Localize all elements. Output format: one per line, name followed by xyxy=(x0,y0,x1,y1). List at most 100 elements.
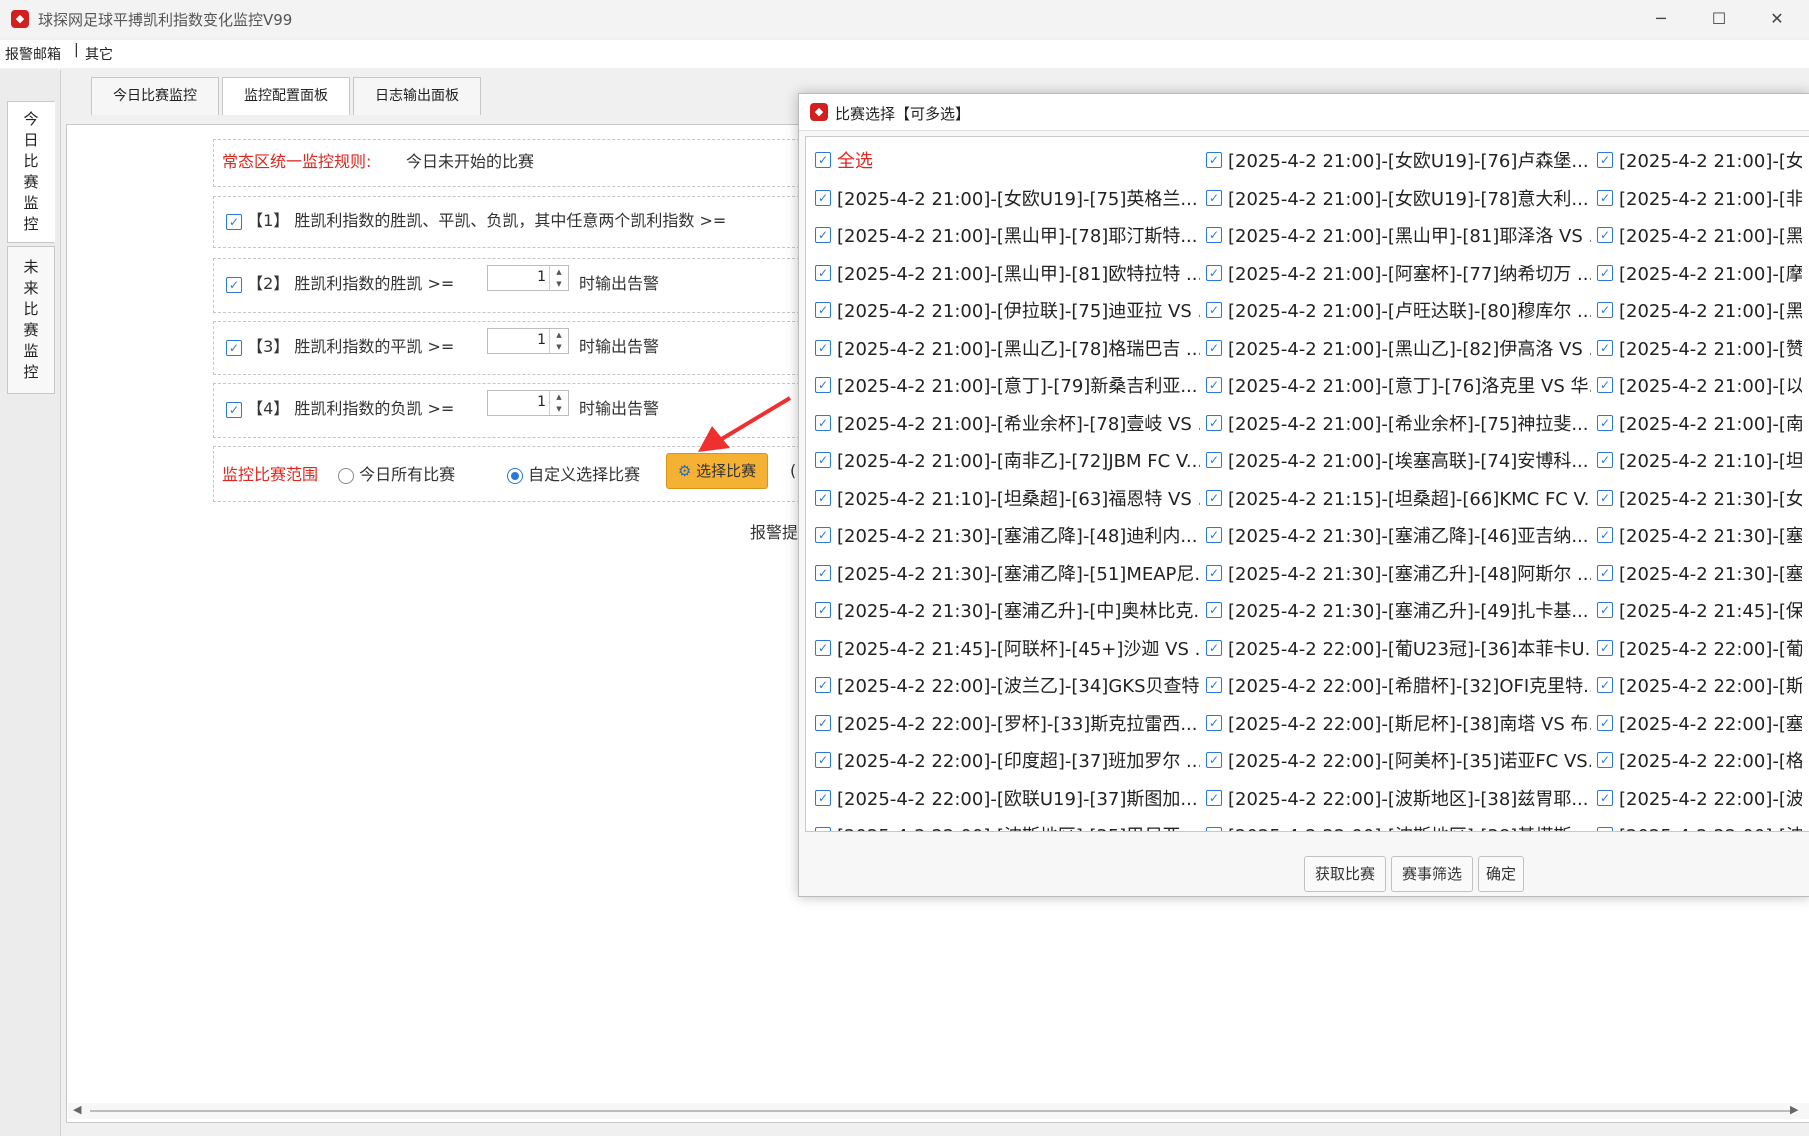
match-checkbox[interactable]: ✓ xyxy=(815,227,831,243)
match-checkbox[interactable]: ✓ xyxy=(1597,752,1613,768)
match-checkbox[interactable]: ✓ xyxy=(815,377,831,393)
match-item[interactable]: ✓ [2025-4-2 22:00]-[波斯地区]-[35]巴尼亚... xyxy=(815,822,1200,831)
match-item[interactable]: ✓ [2025-4-2 22:00]-[波斯地区]-[38]基塔斯... xyxy=(1206,822,1591,831)
match-checkbox[interactable]: ✓ xyxy=(815,264,831,281)
match-item[interactable]: ✓ [2025-4-2 21:00]-[女欧 xyxy=(1597,147,1802,171)
horizontal-scrollbar[interactable]: ◀ ▶ xyxy=(68,1103,1809,1119)
match-item[interactable]: ✓ [2025-4-2 21:45]-[阿联杯]-[45+]沙迦 VS ... xyxy=(815,635,1200,659)
match-checkbox[interactable]: ✓ xyxy=(815,602,831,618)
match-item[interactable]: ✓ [2025-4-2 22:00]-[波斯 xyxy=(1597,822,1802,831)
match-checkbox[interactable]: ✓ xyxy=(1597,452,1613,468)
match-checkbox[interactable]: ✓ xyxy=(1206,639,1222,656)
match-checkbox[interactable]: ✓ xyxy=(1597,152,1613,168)
match-checkbox[interactable]: ✓ xyxy=(1597,527,1613,543)
select-all-item[interactable]: ✓ 全选 xyxy=(815,147,1195,171)
match-item[interactable]: ✓ [2025-4-2 21:15]-[坦桑超]-[66]KMC FC V... xyxy=(1206,485,1591,509)
match-checkbox[interactable]: ✓ xyxy=(815,714,831,731)
match-item[interactable]: ✓ [2025-4-2 21:00]-[黑山甲]-[78]耶汀斯特... xyxy=(815,222,1200,246)
match-checkbox[interactable]: ✓ xyxy=(1597,639,1613,656)
match-checkbox[interactable]: ✓ xyxy=(1597,302,1613,318)
match-checkbox[interactable]: ✓ xyxy=(1597,227,1613,243)
match-item[interactable]: ✓ [2025-4-2 21:00]-[阿塞杯]-[77]纳希切万 ... xyxy=(1206,260,1591,284)
match-item[interactable]: ✓ [2025-4-2 21:00]-[南非乙]-[72]JBM FC V... xyxy=(815,447,1200,471)
match-checkbox[interactable]: ✓ xyxy=(815,564,831,581)
match-item[interactable]: ✓ [2025-4-2 21:30]-[女欧 xyxy=(1597,485,1802,509)
match-item[interactable]: ✓ [2025-4-2 21:00]-[黑山甲]-[81]欧特拉特 ... xyxy=(815,260,1200,284)
match-item[interactable]: ✓ [2025-4-2 22:00]-[波斯 xyxy=(1597,785,1802,809)
range-all-radio[interactable] xyxy=(338,467,354,484)
match-checkbox[interactable]: ✓ xyxy=(1206,602,1222,618)
match-checkbox[interactable]: ✓ xyxy=(815,639,831,656)
match-checkbox[interactable]: ✓ xyxy=(1206,752,1222,768)
match-checkbox[interactable]: ✓ xyxy=(815,339,831,356)
match-checkbox[interactable]: ✓ xyxy=(1597,677,1613,693)
menu-other[interactable]: 其它 xyxy=(85,44,113,64)
match-item[interactable]: ✓ [2025-4-2 22:00]-[波兰乙]-[34]GKS贝查特... xyxy=(815,672,1200,696)
match-checkbox[interactable]: ✓ xyxy=(1597,414,1613,431)
match-checkbox[interactable]: ✓ xyxy=(815,752,831,768)
match-item[interactable]: ✓ [2025-4-2 21:00]-[以丙 xyxy=(1597,372,1802,396)
match-checkbox[interactable]: ✓ xyxy=(1597,264,1613,281)
match-item[interactable]: ✓ [2025-4-2 21:00]-[黑山 xyxy=(1597,297,1802,321)
match-item[interactable]: ✓ [2025-4-2 21:00]-[女欧U19]-[78]意大利... xyxy=(1206,185,1591,209)
match-checkbox[interactable]: ✓ xyxy=(1206,152,1222,168)
match-item[interactable]: ✓ [2025-4-2 22:00]-[葡U23冠]-[36]本菲卡U... xyxy=(1206,635,1591,659)
range-custom-radio[interactable] xyxy=(507,467,523,484)
scroll-left-icon[interactable]: ◀ xyxy=(73,1103,81,1116)
match-item[interactable]: ✓ [2025-4-2 22:00]-[斯尼杯]-[38]南塔 VS 布... xyxy=(1206,710,1591,734)
match-item[interactable]: ✓ [2025-4-2 21:30]-[塞浦 xyxy=(1597,560,1802,584)
match-item[interactable]: ✓ [2025-4-2 21:00]-[黑山乙]-[82]伊高洛 VS ... xyxy=(1206,335,1591,359)
rule-2-checkbox[interactable]: ✓ xyxy=(226,276,242,293)
match-checkbox[interactable]: ✓ xyxy=(1206,302,1222,318)
stepper-arrows-icon[interactable]: ▲ ▼ xyxy=(549,329,568,353)
match-item[interactable]: ✓ [2025-4-2 21:00]-[赞比 xyxy=(1597,335,1802,359)
rule-4-checkbox[interactable]: ✓ xyxy=(226,401,242,418)
match-checkbox[interactable]: ✓ xyxy=(1206,714,1222,731)
match-item[interactable]: ✓ [2025-4-2 21:00]-[南非 xyxy=(1597,410,1802,434)
match-checkbox[interactable]: ✓ xyxy=(815,677,831,693)
match-item[interactable]: ✓ [2025-4-2 22:00]-[格鲁 xyxy=(1597,747,1802,771)
tab-log-panel[interactable]: 日志输出面板 xyxy=(353,77,481,115)
match-checkbox[interactable]: ✓ xyxy=(1597,789,1613,806)
match-checkbox[interactable]: ✓ xyxy=(1206,564,1222,581)
match-checkbox[interactable]: ✓ xyxy=(815,789,831,806)
match-item[interactable]: ✓ [2025-4-2 21:00]-[希业余杯]-[78]壹岐 VS ... xyxy=(815,410,1200,434)
match-list[interactable]: ✓ 全选 ✓ [2025-4-2 21:00]-[女欧U19]-[75]英格兰...… xyxy=(805,136,1809,832)
match-checkbox[interactable]: ✓ xyxy=(1597,489,1613,506)
match-checkbox[interactable]: ✓ xyxy=(1206,339,1222,356)
fetch-matches-button[interactable]: 获取比赛 xyxy=(1304,856,1386,892)
tab-today-monitor[interactable]: 今日比赛监控 xyxy=(91,77,219,115)
match-checkbox[interactable]: ✓ xyxy=(1206,827,1222,831)
match-item[interactable]: ✓ [2025-4-2 22:00]-[希腊杯]-[32]OFI克里特... xyxy=(1206,672,1591,696)
scroll-right-icon[interactable]: ▶ xyxy=(1790,1103,1798,1116)
range-all-option[interactable]: 今日所有比赛 xyxy=(338,461,455,485)
match-item[interactable]: ✓ [2025-4-2 21:00]-[摩尔 xyxy=(1597,260,1802,284)
range-custom-option[interactable]: 自定义选择比赛 xyxy=(507,461,640,485)
match-item[interactable]: ✓ [2025-4-2 21:30]-[塞浦乙降]-[48]迪利内... xyxy=(815,522,1200,546)
match-checkbox[interactable]: ✓ xyxy=(1597,602,1613,618)
match-item[interactable]: ✓ [2025-4-2 22:00]-[斯伦 xyxy=(1597,672,1802,696)
rule-2-stepper[interactable]: 1 ▲ ▼ xyxy=(487,265,569,291)
match-item[interactable]: ✓ [2025-4-2 22:00]-[葡U xyxy=(1597,635,1802,659)
match-item[interactable]: ✓ [2025-4-2 21:00]-[黑山甲]-[81]耶泽洛 VS ... xyxy=(1206,222,1591,246)
match-item[interactable]: ✓ [2025-4-2 21:30]-[塞浦乙降]-[46]亚吉纳... xyxy=(1206,522,1591,546)
match-item[interactable]: ✓ [2025-4-2 22:00]-[欧联U19]-[37]斯图加... xyxy=(815,785,1200,809)
rule-3-stepper[interactable]: 1 ▲ ▼ xyxy=(487,328,569,354)
match-checkbox[interactable]: ✓ xyxy=(1597,377,1613,393)
match-checkbox[interactable]: ✓ xyxy=(1597,564,1613,581)
match-checkbox[interactable]: ✓ xyxy=(815,302,831,318)
match-checkbox[interactable]: ✓ xyxy=(1206,264,1222,281)
stepper-arrows-icon[interactable]: ▲ ▼ xyxy=(549,391,568,415)
match-item[interactable]: ✓ [2025-4-2 21:45]-[保超 xyxy=(1597,597,1802,621)
select-all-checkbox[interactable]: ✓ xyxy=(815,152,831,168)
filter-events-button[interactable]: 赛事筛选 xyxy=(1391,856,1473,892)
match-item[interactable]: ✓ [2025-4-2 22:00]-[阿美杯]-[35]诺亚FC VS... xyxy=(1206,747,1591,771)
match-item[interactable]: ✓ [2025-4-2 22:00]-[印度超]-[37]班加罗尔 ... xyxy=(815,747,1200,771)
match-checkbox[interactable]: ✓ xyxy=(1597,714,1613,731)
confirm-button[interactable]: 确定 xyxy=(1478,856,1524,892)
match-checkbox[interactable]: ✓ xyxy=(1206,527,1222,543)
match-item[interactable]: ✓ [2025-4-2 21:00]-[希业余杯]-[75]神拉斐... xyxy=(1206,410,1591,434)
match-item[interactable]: ✓ [2025-4-2 21:30]-[塞浦乙升]-[49]扎卡基... xyxy=(1206,597,1591,621)
match-item[interactable]: ✓ [2025-4-2 21:00]-[意丁]-[76]洛克里 VS 华... xyxy=(1206,372,1591,396)
match-checkbox[interactable]: ✓ xyxy=(1206,452,1222,468)
